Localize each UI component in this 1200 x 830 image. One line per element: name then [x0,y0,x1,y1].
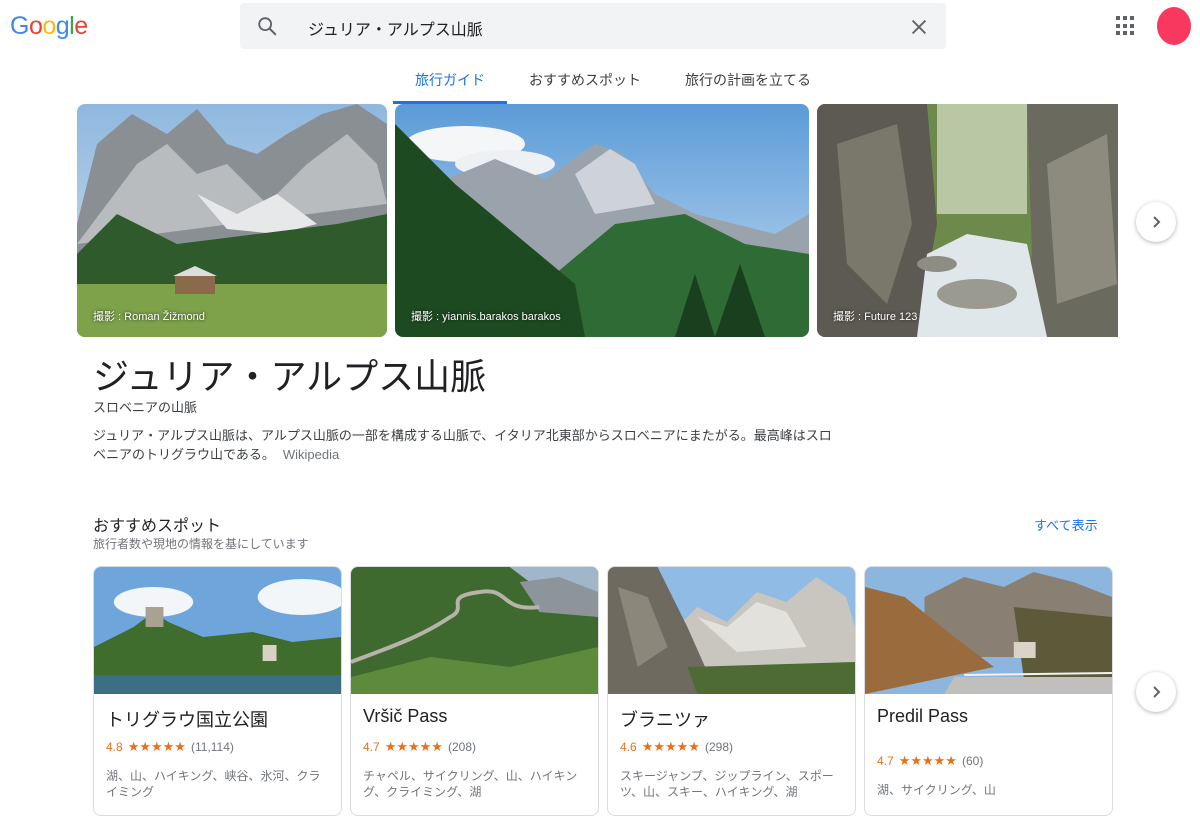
spot-tags: 湖、サイクリング、山 [877,783,996,797]
river-gorge-photo [817,104,1118,337]
logo-letter: o [42,12,56,40]
spot-photo [351,567,598,694]
spot-card[interactable]: Predil Pass 4.7 ★★★★★ (60) 湖、サイクリング、山 [864,566,1113,816]
search-box[interactable]: ジュリア・アルプス山脈 [240,3,946,49]
lake-castle-photo [94,567,341,694]
tab-travel-guide[interactable]: 旅行ガイド [393,62,507,104]
hero-photo[interactable]: 撮影 : Future 123 [817,104,1118,337]
apps-grid-icon[interactable] [1116,16,1136,36]
logo-letter: g [55,12,70,40]
spot-card[interactable]: ブラニツァ 4.6 ★★★★★ (298) スキージャンプ、ジップライン、スポー… [607,566,856,816]
spot-name: トリグラウ国立公園 [106,710,268,730]
review-count: (298) [704,740,733,754]
rocky-valley-photo [608,567,855,694]
spots-next-button[interactable] [1136,672,1176,712]
spot-rating: 4.7 ★★★★★ (60) [877,753,983,769]
review-count: (208) [447,740,476,754]
spot-tags: チャペル、サイクリング、山、ハイキング、クライミング、湖 [363,769,578,799]
star-rating-icon: ★★★★★ [641,739,700,754]
star-rating-icon: ★★★★★ [127,739,186,754]
see-all-link[interactable]: すべて表示 [1034,515,1098,534]
photo-credit: 撮影 : Future 123 [833,311,918,323]
hero-photo[interactable]: 撮影 : yiannis.barakos barakos [395,104,809,337]
spots-heading: おすすめスポット [93,518,222,535]
spot-photo [865,567,1112,694]
mountain-meadow-photo [77,104,387,337]
spot-rating: 4.8 ★★★★★ (11,114) [106,739,234,755]
google-logo[interactable]: Google [10,12,88,41]
spot-name: Vršič Pass [363,706,448,726]
close-icon[interactable] [908,16,930,38]
spot-tags: スキージャンプ、ジップライン、スポーツ、山、スキー、ハイキング、湖 [620,769,834,799]
spot-photo [608,567,855,694]
photo-credit: 撮影 : Roman Žižmond [93,311,205,323]
hero-photo[interactable]: 撮影 : Roman Žižmond [77,104,387,337]
star-rating-icon: ★★★★★ [898,753,957,768]
rating-value: 4.8 [106,740,123,754]
photo-credit: 撮影 : yiannis.barakos barakos [411,311,561,323]
page-title: ジュリア・アルプス山脈 [93,356,487,397]
chevron-right-icon [1153,216,1161,228]
star-rating-icon: ★★★★★ [384,739,443,754]
mountain-valley-photo [395,104,809,337]
rating-value: 4.7 [877,754,894,768]
spot-rating: 4.6 ★★★★★ (298) [620,739,733,755]
place-description: ジュリア・アルプス山脈は、アルプス山脈の一部を構成する山脈で、イタリア北東部から… [93,426,843,464]
review-count: (60) [961,754,984,768]
search-input[interactable]: ジュリア・アルプス山脈 [308,16,483,40]
spot-name: Predil Pass [877,706,969,726]
spot-tags: 湖、山、ハイキング、峡谷、氷河、クライミング [106,769,321,799]
spot-rating: 4.7 ★★★★★ (208) [363,739,476,755]
search-icon[interactable] [256,15,278,37]
rating-value: 4.6 [620,740,637,754]
place-subtitle: スロベニアの山脈 [93,400,198,415]
logo-letter: G [10,12,29,40]
avatar[interactable] [1157,7,1191,45]
mountain-pass-photo [351,567,598,694]
description-text: ジュリア・アルプス山脈は、アルプス山脈の一部を構成する山脈で、イタリア北東部から… [93,428,832,462]
chevron-right-icon [1153,686,1161,698]
spots-subheading: 旅行者数や現地の情報を基にしています [93,537,309,551]
logo-letter: e [74,12,88,40]
review-count: (11,114) [190,740,234,754]
rating-value: 4.7 [363,740,380,754]
spot-photo [94,567,341,694]
autumn-road-photo [865,567,1112,694]
tab-recommended-spots[interactable]: おすすめスポット [507,62,663,104]
logo-letter: o [28,12,43,40]
spot-name: ブラニツァ [620,710,710,730]
photos-next-button[interactable] [1136,202,1176,242]
spot-card[interactable]: トリグラウ国立公園 4.8 ★★★★★ (11,114) 湖、山、ハイキング、峡… [93,566,342,816]
tab-bar: 旅行ガイド おすすめスポット 旅行の計画を立てる [393,62,833,104]
spot-card[interactable]: Vršič Pass 4.7 ★★★★★ (208) チャペル、サイクリング、山… [350,566,599,816]
tab-plan-trip[interactable]: 旅行の計画を立てる [663,62,833,104]
wikipedia-link[interactable]: Wikipedia [283,447,339,462]
